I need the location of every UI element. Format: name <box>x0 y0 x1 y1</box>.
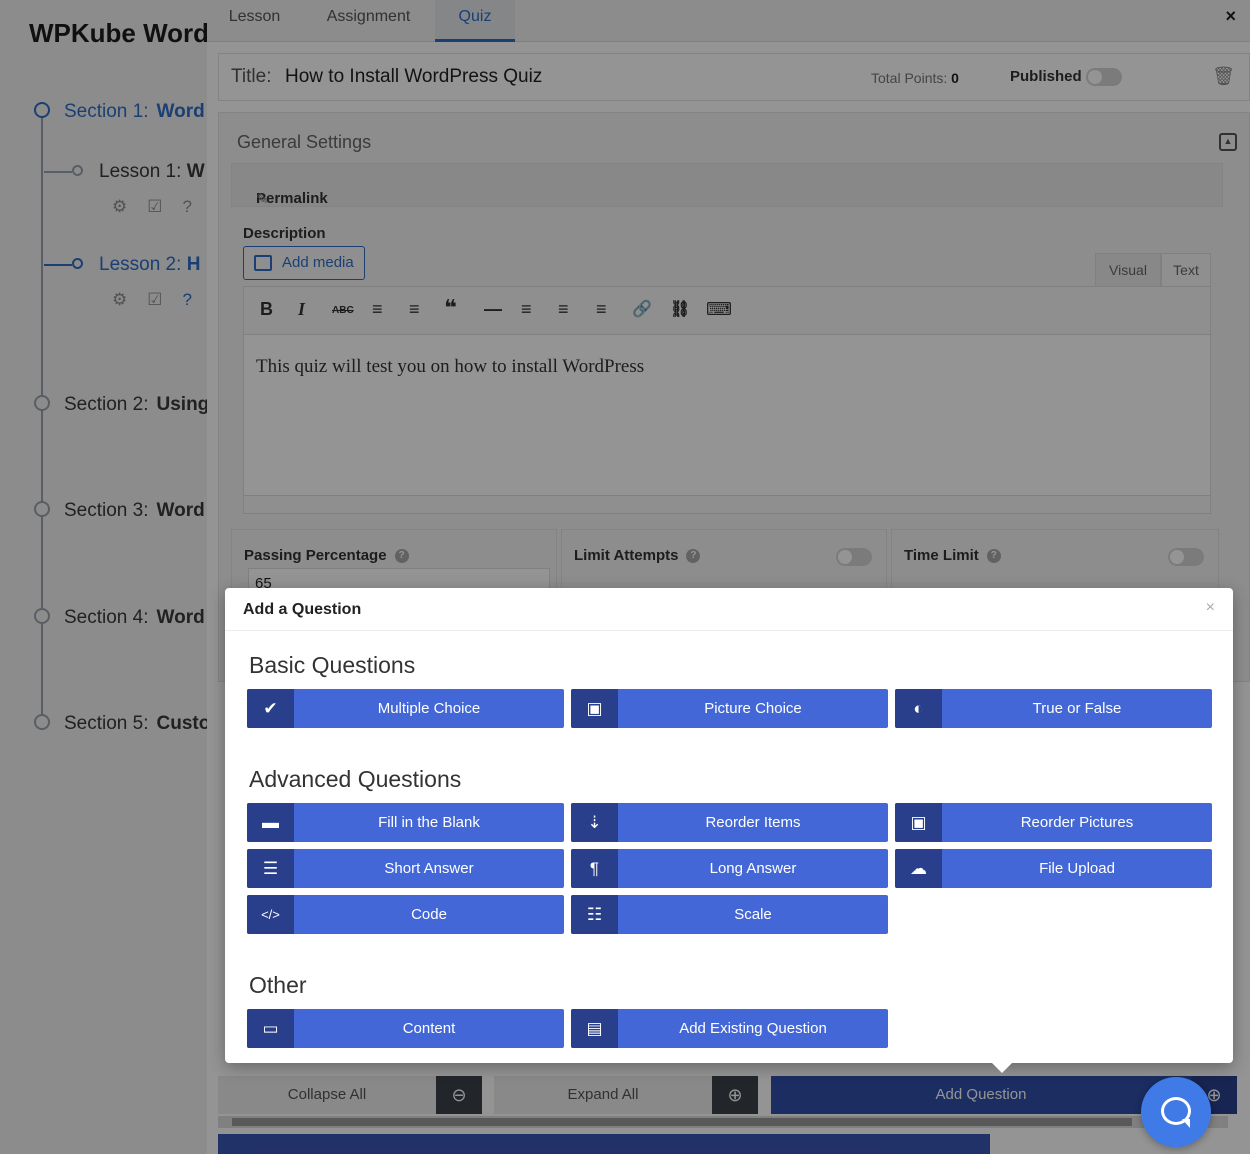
code-icon: </> <box>247 895 294 934</box>
paragraph-icon: ¶ <box>571 849 618 888</box>
button-label: Fill in the Blank <box>378 814 480 831</box>
file-upload-button[interactable]: ☁ File Upload <box>895 849 1212 888</box>
button-label: Content <box>402 1020 456 1037</box>
scale-button[interactable]: ☷ Scale <box>571 895 888 934</box>
close-icon[interactable]: × <box>1206 599 1215 617</box>
content-button[interactable]: ▭ Content <box>247 1009 564 1048</box>
button-label: True or False <box>1032 700 1122 717</box>
reorder-pictures-button[interactable]: ▣ Reorder Pictures <box>895 803 1212 842</box>
file-icon: ▤ <box>571 1009 618 1048</box>
button-label: Reorder Items <box>705 814 801 831</box>
window-icon: ▭ <box>247 1009 294 1048</box>
checkmark-icon: ✔ <box>247 689 294 728</box>
button-label: Scale <box>734 906 772 923</box>
toggle-icon: ◐ <box>895 689 942 728</box>
code-button[interactable]: </> Code <box>247 895 564 934</box>
reorder-items-button[interactable]: ⇣ Reorder Items <box>571 803 888 842</box>
add-existing-question-button[interactable]: ▤ Add Existing Question <box>571 1009 888 1048</box>
picture-choice-button[interactable]: ▣ Picture Choice <box>571 689 888 728</box>
button-label: Picture Choice <box>704 700 802 717</box>
button-label: File Upload <box>1039 860 1115 877</box>
group-title-advanced: Advanced Questions <box>249 766 462 792</box>
image-icon: ▣ <box>571 689 618 728</box>
multiple-choice-button[interactable]: ✔ Multiple Choice <box>247 689 564 728</box>
sort-numeric-icon: ⇣ <box>571 803 618 842</box>
cloud-upload-icon: ☁ <box>895 849 942 888</box>
align-left-icon: ☰ <box>247 849 294 888</box>
button-label: Reorder Pictures <box>1020 814 1134 831</box>
chat-icon[interactable] <box>1141 1077 1211 1147</box>
sliders-icon: ☷ <box>571 895 618 934</box>
group-title-basic: Basic Questions <box>249 652 416 678</box>
button-label: Short Answer <box>384 860 474 877</box>
modal-pointer <box>990 1061 1014 1073</box>
button-label: Long Answer <box>709 860 797 877</box>
button-label: Add Existing Question <box>679 1020 827 1037</box>
group-title-other: Other <box>249 972 307 998</box>
modal-title: Add a Question <box>243 601 362 618</box>
true-or-false-button[interactable]: ◐ True or False <box>895 689 1212 728</box>
long-answer-button[interactable]: ¶ Long Answer <box>571 849 888 888</box>
modal-header: Add a Question × <box>225 588 1233 631</box>
fill-in-the-blank-button[interactable]: ▬ Fill in the Blank <box>247 803 564 842</box>
add-question-modal: Add a Question × Basic Questions ✔ Multi… <box>225 588 1233 1063</box>
chat-ring <box>1161 1097 1191 1128</box>
image-icon: ▣ <box>895 803 942 842</box>
minus-icon: ▬ <box>247 803 294 842</box>
button-label: Code <box>411 906 447 923</box>
short-answer-button[interactable]: ☰ Short Answer <box>247 849 564 888</box>
button-label: Multiple Choice <box>377 700 481 717</box>
